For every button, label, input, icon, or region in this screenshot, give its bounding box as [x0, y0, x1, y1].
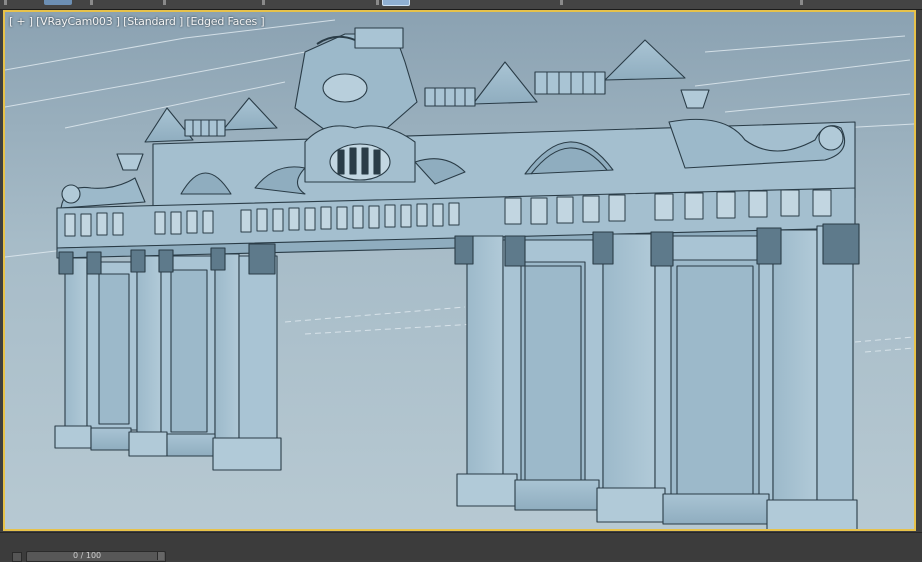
time-slider-bar: 0 / 100 — [0, 532, 922, 562]
time-slider[interactable]: 0 / 100 — [26, 551, 166, 562]
scene-render — [5, 12, 914, 529]
viewport-label-menu[interactable]: [ + ] [VRayCam003 ] [Standard ] [Edged F… — [9, 15, 265, 28]
toolbar-button[interactable] — [44, 0, 72, 5]
toolbar-tick — [262, 0, 265, 5]
toolbar-tick — [4, 0, 7, 5]
toolbar-tick — [376, 0, 379, 5]
crest-ornament — [329, 143, 391, 181]
toolbar-tick — [560, 0, 563, 5]
time-slider-prev-button[interactable] — [12, 552, 22, 562]
toolbar-tick — [163, 0, 166, 5]
toolbar-tick — [90, 0, 93, 5]
toolbar-tick — [800, 0, 803, 5]
main-toolbar — [0, 0, 922, 10]
active-toolbar-button[interactable] — [382, 0, 410, 6]
camera-viewport[interactable]: [ + ] [VRayCam003 ] [Standard ] [Edged F… — [3, 10, 916, 531]
